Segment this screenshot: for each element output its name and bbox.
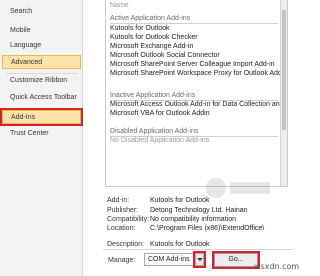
publisher-label: Publisher: <box>107 207 139 214</box>
list-item[interactable]: Microsoft SharePoint Workspace Proxy for… <box>110 69 287 78</box>
compatibility-value: No compatibility information <box>150 216 236 223</box>
nav-item-advanced[interactable]: Advanced <box>2 55 81 69</box>
list-item[interactable]: Microsoft SharePoint Server Colleague Im… <box>110 60 275 69</box>
chevron-down-icon[interactable] <box>193 251 206 268</box>
list-scrollbar[interactable] <box>280 0 287 186</box>
disabled-addins-header: Disabled Application Add-ins <box>110 128 199 135</box>
nav-item-language[interactable]: Language <box>2 39 81 53</box>
list-item[interactable]: Microsoft VBA for Outlook Addin <box>110 109 210 118</box>
scrollbar-thumb[interactable] <box>282 10 286 130</box>
nav-item-add-ins[interactable]: Add-Ins <box>0 108 83 126</box>
column-header-name: Name <box>110 2 129 9</box>
list-item[interactable]: Microsoft Exchange Add-in <box>110 42 193 51</box>
go-button[interactable]: Go... <box>212 251 260 269</box>
publisher-value: Detong Technology Ltd. Hainan <box>150 207 248 214</box>
list-item[interactable]: Microsoft Outlook Social Connector <box>110 51 220 60</box>
nav-item-customize-ribbon[interactable]: Customize Ribbon <box>2 74 81 88</box>
watermark-text: wsxdn.com <box>254 262 300 271</box>
addin-label: Add-in: <box>107 197 130 204</box>
list-item[interactable]: Kutools for Outlook Checker <box>110 33 198 42</box>
inactive-addins-header: Inactive Application Add-ins <box>110 92 196 99</box>
active-addins-header: Active Application Add-ins <box>110 15 191 22</box>
nav-item-search[interactable]: Search <box>2 5 81 19</box>
nav-item-mobile[interactable]: Mobile <box>2 24 81 38</box>
compatibility-label: Compatibility: <box>107 216 150 223</box>
watermark-logo <box>206 178 270 198</box>
list-item: No Disabled Application Add-ins <box>110 137 210 144</box>
divider <box>103 249 293 250</box>
description-label: Description: <box>107 241 144 248</box>
list-item[interactable]: Microsoft Access Outlook Add-in for Data… <box>110 100 284 109</box>
manage-select[interactable]: COM Add-ins <box>144 253 196 266</box>
addin-value: Kutools for Outlook <box>150 197 210 204</box>
add-ins-panel: Name Active Application Add-ins Kutools … <box>84 0 300 276</box>
options-nav-pane: Search Mobile Language Advanced Customiz… <box>0 0 83 276</box>
manage-label: Manage: <box>108 257 136 264</box>
nav-item-quick-access-toolbar[interactable]: Quick Access Toolbar <box>2 91 81 105</box>
add-ins-list[interactable]: Name Active Application Add-ins Kutools … <box>105 0 288 187</box>
nav-separator <box>6 108 78 109</box>
nav-item-trust-center[interactable]: Trust Center <box>2 127 81 141</box>
description-value: Kutools for Outlook <box>150 241 210 248</box>
location-label: Location: <box>107 225 136 232</box>
list-item[interactable]: Kutools for Outlook <box>110 24 170 33</box>
location-value: C:\Program Files (x86)\ExtendOffice\ <box>150 225 265 232</box>
